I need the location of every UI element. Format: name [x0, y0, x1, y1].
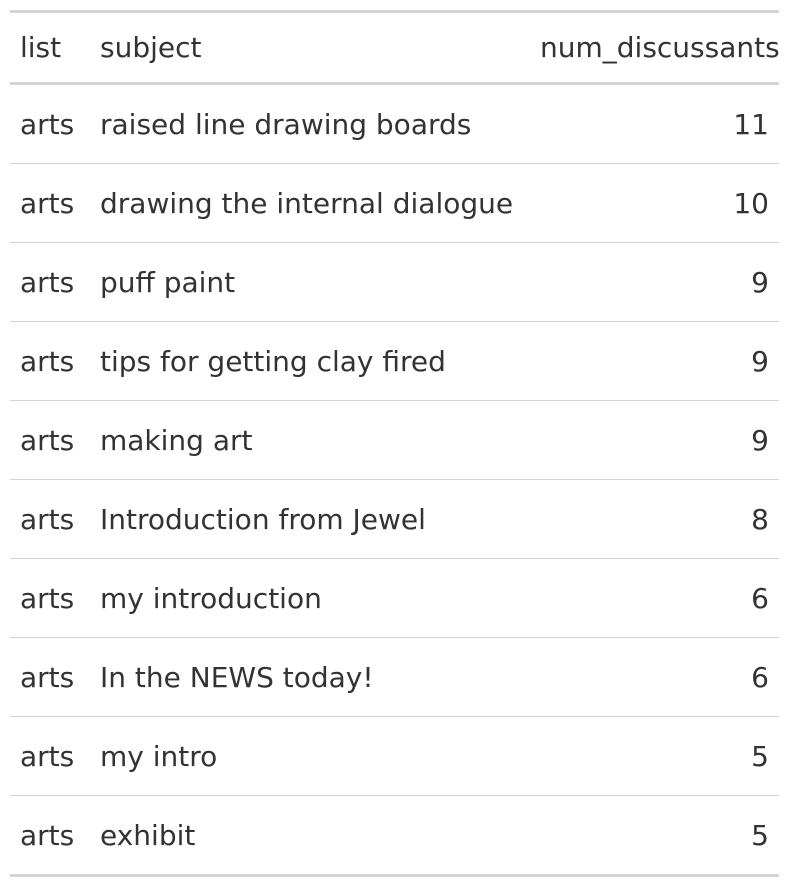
column-header-list: list: [10, 11, 90, 85]
cell-list: arts: [20, 107, 75, 141]
cell-subject: drawing the internal dialogue: [90, 163, 530, 243]
header-row: list subject num_discussants: [10, 11, 779, 85]
table-row: arts drawing the internal dialogue 10: [10, 163, 779, 243]
cell-subject: tips for getting clay fired: [90, 321, 530, 401]
cell-num-discussants: 9: [530, 242, 779, 322]
cell-subject: In the NEWS today!: [90, 637, 530, 717]
cell-num-discussants: 11: [733, 107, 769, 141]
cell-list: arts: [10, 321, 90, 401]
table-row: arts puff paint 9: [10, 242, 779, 322]
cell-num-discussants: 5: [530, 795, 779, 876]
cell-list: arts: [10, 558, 90, 638]
table-row: arts my introduction 6: [10, 558, 779, 638]
cell-subject: my intro: [90, 716, 530, 796]
discussants-table: list subject num_discussants arts raised…: [10, 10, 779, 877]
cell-list: arts: [10, 637, 90, 717]
cell-list: arts: [10, 795, 90, 876]
column-header-num-discussants: num_discussants: [530, 11, 779, 85]
table-row: arts raised line drawing boards 11: [10, 84, 779, 164]
cell-list: arts: [10, 716, 90, 796]
cell-num-discussants: 5: [530, 716, 779, 796]
data-table-container: list subject num_discussants arts raised…: [10, 10, 779, 877]
table-row: arts Introduction from Jewel 8: [10, 479, 779, 559]
cell-num-discussants: 9: [530, 400, 779, 480]
cell-num-discussants: 8: [530, 479, 779, 559]
cell-list: arts: [10, 163, 90, 243]
table-body: arts raised line drawing boards 11 arts …: [10, 84, 779, 876]
cell-num-discussants: 10: [530, 163, 779, 243]
cell-num-discussants: 6: [530, 558, 779, 638]
cell-subject: puff paint: [90, 242, 530, 322]
table-row: arts my intro 5: [10, 716, 779, 796]
table-row: arts exhibit 5: [10, 795, 779, 876]
cell-list: arts: [10, 479, 90, 559]
cell-subject: making art: [90, 400, 530, 480]
cell-list: arts: [10, 242, 90, 322]
cell-num-discussants: 9: [530, 321, 779, 401]
cell-subject: exhibit: [90, 795, 530, 876]
table-row: arts In the NEWS today! 6: [10, 637, 779, 717]
cell-list: arts: [10, 400, 90, 480]
cell-subject: my introduction: [90, 558, 530, 638]
cell-num-discussants: 6: [530, 637, 779, 717]
table-row: arts tips for getting clay fired 9: [10, 321, 779, 401]
table-row: arts making art 9: [10, 400, 779, 480]
table-header: list subject num_discussants: [10, 11, 779, 85]
column-header-subject: subject: [90, 11, 530, 85]
cell-subject: raised line drawing boards: [100, 107, 472, 141]
cell-subject: Introduction from Jewel: [90, 479, 530, 559]
